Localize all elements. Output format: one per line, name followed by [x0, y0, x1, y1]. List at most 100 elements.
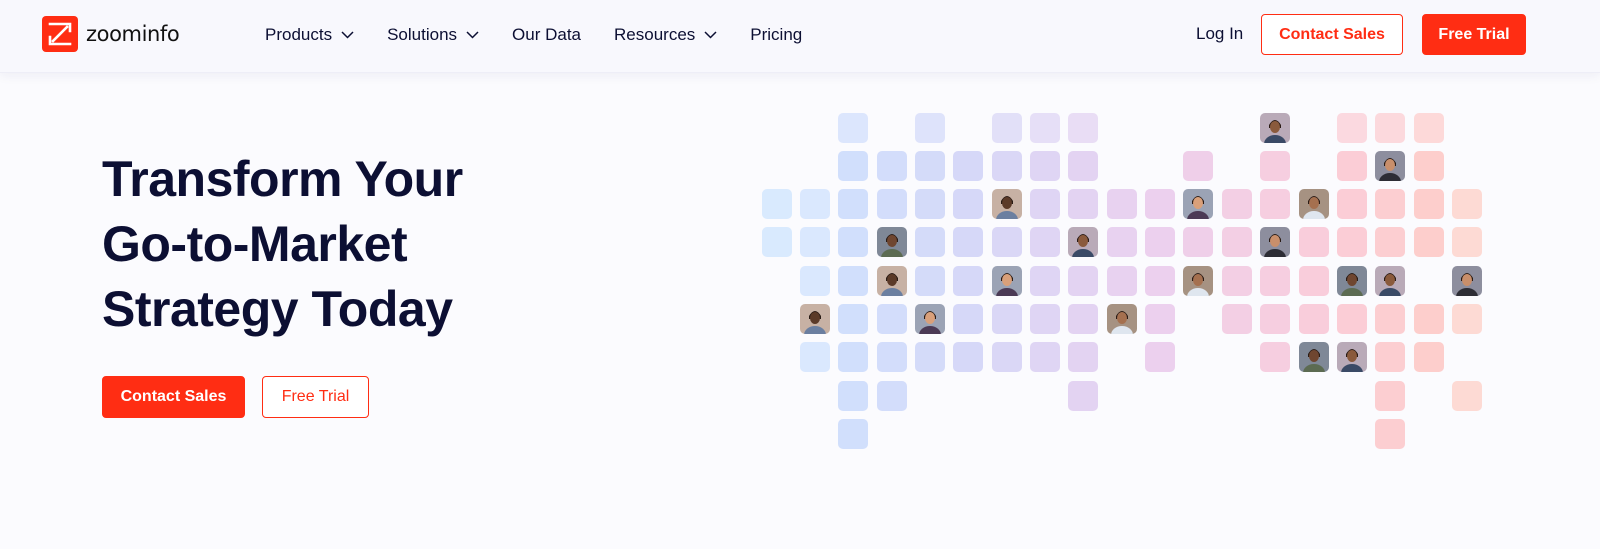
mosaic-tile [1260, 342, 1290, 372]
chevron-down-icon [704, 31, 717, 39]
person-avatar-icon [1299, 342, 1329, 372]
mosaic-tile [1414, 113, 1444, 143]
mosaic-tile [1145, 189, 1175, 219]
mosaic-tile [1414, 304, 1444, 334]
nav-solutions-label: Solutions [387, 25, 458, 44]
mosaic-tile [1145, 304, 1175, 334]
mosaic-tile [1068, 113, 1098, 143]
nav-our-data[interactable]: Our Data [512, 25, 581, 45]
mosaic-tile [1375, 342, 1405, 372]
mosaic-tile [915, 227, 945, 257]
mosaic-tile [992, 113, 1022, 143]
mosaic-tile [1375, 304, 1405, 334]
person-avatar-icon [800, 304, 830, 334]
mosaic-tile [1260, 266, 1290, 296]
hero-free-trial-button[interactable]: Free Trial [262, 376, 369, 418]
mosaic-tile [800, 266, 830, 296]
person-avatar-icon [1107, 304, 1137, 334]
mosaic-tile [1145, 227, 1175, 257]
mosaic-tile [800, 342, 830, 372]
mosaic-tile [1107, 227, 1137, 257]
mosaic-tile [1337, 304, 1367, 334]
mosaic-tile [1260, 189, 1290, 219]
mosaic-tile [838, 113, 868, 143]
mosaic-tile [1260, 304, 1290, 334]
mosaic-tile [1030, 342, 1060, 372]
chevron-down-icon [341, 31, 354, 39]
mosaic-tile [992, 151, 1022, 181]
mosaic-tile [1337, 113, 1367, 143]
mosaic-tile [953, 151, 983, 181]
logo-wordmark: zoominfo [86, 22, 180, 46]
mosaic-tile [1068, 381, 1098, 411]
nav-resources[interactable]: Resources [614, 25, 717, 45]
mosaic-tile [838, 151, 868, 181]
person-avatar-icon [877, 266, 907, 296]
person-avatar-icon [1337, 342, 1367, 372]
mosaic-tile [1222, 189, 1252, 219]
mosaic-tile [915, 266, 945, 296]
mosaic-tile [1030, 266, 1060, 296]
mosaic-tile [838, 419, 868, 449]
mosaic-tile [1260, 151, 1290, 181]
mosaic-tile [1375, 381, 1405, 411]
mosaic-tile [877, 189, 907, 219]
mosaic-tile [877, 381, 907, 411]
header-free-trial-button[interactable]: Free Trial [1422, 14, 1526, 55]
site-header: zoominfo Products Solutions Our Data Res… [0, 0, 1600, 73]
mosaic-tile [1299, 227, 1329, 257]
mosaic-tile [838, 266, 868, 296]
mosaic-tile [953, 342, 983, 372]
mosaic-tile [1183, 151, 1213, 181]
nav-pricing[interactable]: Pricing [750, 25, 802, 45]
person-avatar-icon [877, 227, 907, 257]
mosaic-tile [1030, 304, 1060, 334]
mosaic-tile [915, 151, 945, 181]
mosaic-tile [1452, 189, 1482, 219]
hero-title-line: Strategy Today [102, 281, 453, 337]
mosaic-tile [1414, 342, 1444, 372]
mosaic-tile [953, 266, 983, 296]
person-avatar-icon [1299, 189, 1329, 219]
mosaic-tile [838, 342, 868, 372]
nav-pricing-label: Pricing [750, 25, 803, 44]
zoominfo-logo[interactable]: zoominfo [42, 16, 180, 52]
mosaic-tile [1183, 227, 1213, 257]
chevron-down-icon [466, 31, 479, 39]
person-avatar-icon [1183, 266, 1213, 296]
mosaic-tile [1222, 304, 1252, 334]
mosaic-tile [1068, 189, 1098, 219]
mosaic-tile [1375, 189, 1405, 219]
zoominfo-logo-icon [42, 16, 78, 52]
mosaic-tile [762, 189, 792, 219]
mosaic-tile [1337, 227, 1367, 257]
mosaic-tile [1107, 189, 1137, 219]
mosaic-tile [1452, 227, 1482, 257]
mosaic-tile [915, 113, 945, 143]
person-avatar-icon [1375, 151, 1405, 181]
mosaic-tile [1375, 113, 1405, 143]
mosaic-tile [838, 227, 868, 257]
mosaic-tile [953, 227, 983, 257]
person-avatar-icon [992, 266, 1022, 296]
mosaic-tile [1107, 266, 1137, 296]
mosaic-tile [1068, 266, 1098, 296]
person-avatar-icon [1260, 227, 1290, 257]
mosaic-tile [1414, 227, 1444, 257]
mosaic-tile [1414, 151, 1444, 181]
person-avatar-icon [1452, 266, 1482, 296]
nav-products[interactable]: Products [265, 25, 354, 45]
mosaic-tile [953, 189, 983, 219]
mosaic-tile [1068, 342, 1098, 372]
mosaic-tile [877, 151, 907, 181]
hero-contact-sales-button[interactable]: Contact Sales [102, 376, 245, 418]
mosaic-tile [992, 342, 1022, 372]
mosaic-tile [953, 304, 983, 334]
main-nav: Products Solutions Our Data Resources Pr… [265, 0, 835, 70]
login-link[interactable]: Log In [1196, 24, 1243, 44]
person-avatar-icon [1337, 266, 1367, 296]
person-avatar-icon [1183, 189, 1213, 219]
hero-title: Transform Your Go-to-Market Strategy Tod… [102, 147, 622, 342]
nav-solutions[interactable]: Solutions [387, 25, 479, 45]
header-contact-sales-button[interactable]: Contact Sales [1261, 14, 1403, 55]
